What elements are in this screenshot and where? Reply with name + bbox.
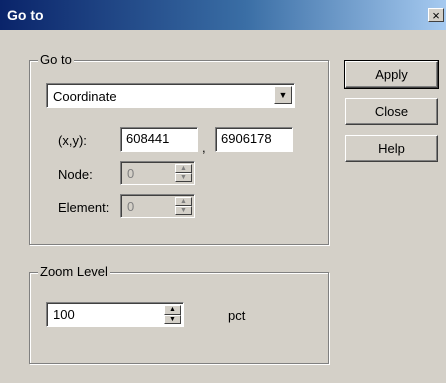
element-spinner: 0 ▲ ▼: [120, 194, 195, 218]
triangle-up-icon: ▲: [175, 197, 192, 206]
triangle-up-icon: ▲: [175, 164, 192, 173]
close-button[interactable]: Close: [345, 98, 438, 125]
zoom-level-value[interactable]: 100: [53, 307, 75, 322]
y-coordinate-input[interactable]: 6906178: [215, 127, 293, 152]
xy-label: (x,y):: [58, 133, 87, 148]
triangle-down-icon: ▼: [175, 173, 192, 182]
element-value: 0: [127, 199, 135, 214]
zoom-level-legend: Zoom Level: [38, 264, 110, 279]
node-spinner: 0 ▲ ▼: [120, 161, 195, 185]
apply-button[interactable]: Apply: [344, 60, 439, 89]
triangle-down-icon[interactable]: ▼: [164, 314, 181, 324]
x-coordinate-input[interactable]: 608441: [120, 127, 198, 152]
title-bar[interactable]: Go to ×: [0, 0, 446, 30]
goto-mode-value: Coordinate: [53, 89, 117, 104]
zoom-level-spinner[interactable]: 100 ▲ ▼: [46, 302, 184, 327]
close-icon[interactable]: ×: [428, 8, 444, 23]
goto-group-legend: Go to: [38, 52, 74, 67]
zoom-unit-label: pct: [228, 308, 246, 323]
element-label: Element:: [58, 200, 110, 215]
node-value: 0: [127, 166, 135, 181]
triangle-up-icon[interactable]: ▲: [164, 305, 181, 315]
goto-mode-select[interactable]: Coordinate ▼: [46, 83, 295, 108]
help-button[interactable]: Help: [345, 135, 438, 162]
window-title: Go to: [7, 7, 44, 23]
coordinate-comma: ,: [202, 140, 206, 155]
triangle-down-icon: ▼: [175, 206, 192, 215]
chevron-down-icon[interactable]: ▼: [274, 86, 292, 104]
node-label: Node:: [58, 167, 93, 182]
